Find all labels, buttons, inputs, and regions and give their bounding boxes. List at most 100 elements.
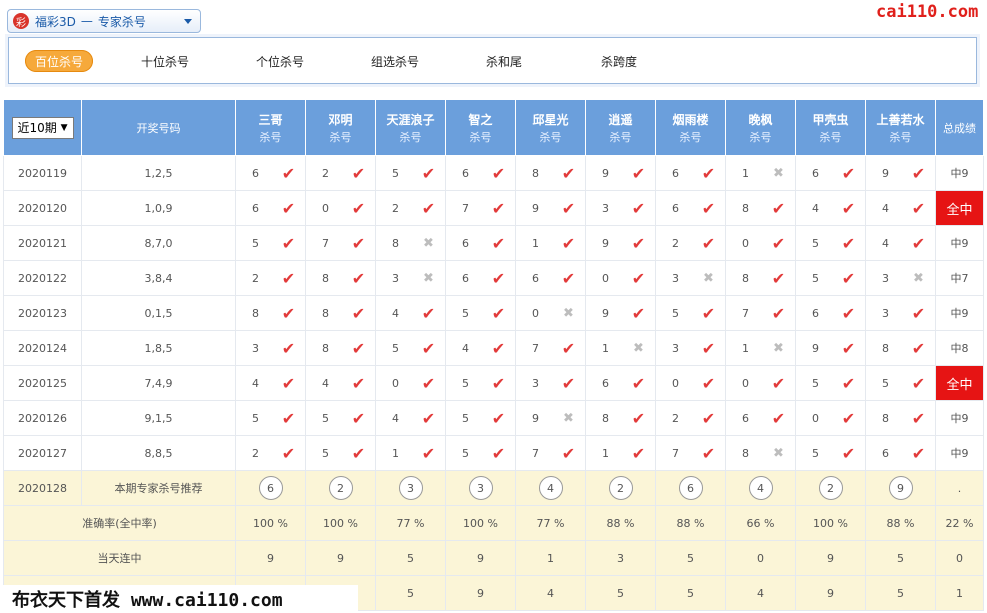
kill-cell: 5 ✔ [375,155,446,191]
period-cell: 2020128 [3,470,82,506]
check-icon: ✔ [281,373,296,393]
kill-cell: 9 ✖ [515,400,586,436]
check-icon: ✔ [841,443,856,463]
summary-value: 4 [725,575,796,611]
recommend-number[interactable]: 3 [398,476,423,500]
cross-icon: ✖ [563,410,574,426]
check-icon: ✔ [351,373,366,393]
expert-header[interactable]: 智之 杀号 [445,99,516,156]
kill-number: 8 [742,271,749,285]
kill-number: 0 [742,236,749,250]
kill-cell: 5 ✔ [795,260,866,296]
recommend-cell: 3 [375,470,446,506]
summary-value: 77 % [515,505,586,541]
check-icon: ✔ [911,163,926,183]
period-cell: 2020126 [3,400,82,436]
table-row: 2020119 1,2,5 6 ✔ 2 ✔ 5 ✔ 6 ✔ 8 ✔ 9 ✔ 6 ✔ 1 ✖ 6 ✔ 9 ✔ 中9 [3,155,984,191]
recommend-number[interactable]: 2 [608,476,633,500]
score-cell: 中9 [935,435,984,471]
kill-number: 3 [252,341,259,355]
kill-cell: 9 ✔ [585,155,656,191]
kill-cell: 7 ✔ [515,435,586,471]
expert-header[interactable]: 逍遥 杀号 [585,99,656,156]
tab-group-kill[interactable]: 组选杀号 [370,50,420,72]
kill-cell: 8 ✔ [725,190,796,226]
period-range-select[interactable]: 近10期 ▼ [11,116,74,139]
kill-cell: 9 ✔ [585,295,656,331]
kill-number: 6 [462,236,469,250]
cross-icon: ✖ [773,165,784,181]
kill-cell: 8 ✔ [865,330,936,366]
recommend-number[interactable]: 4 [748,476,773,500]
recommend-number[interactable]: 9 [888,476,913,500]
kill-cell: 0 ✔ [725,365,796,401]
kill-number: 4 [322,376,329,390]
kill-number: 9 [602,236,609,250]
kill-cell: 5 ✔ [445,400,516,436]
recommend-number[interactable]: 3 [468,476,493,500]
summary-value: 100 % [445,505,516,541]
summary-value: 100 % [305,505,376,541]
kill-cell: 2 ✔ [235,260,306,296]
expert-sub-label: 杀号 [749,130,772,144]
check-icon: ✔ [421,408,436,428]
tab-tens-kill[interactable]: 十位杀号 [140,50,190,72]
kill-number: 6 [812,166,819,180]
expert-header[interactable]: 晚枫 杀号 [725,99,796,156]
lottery-selector[interactable]: 彩 福彩3D — 专家杀号 [7,9,201,33]
table-row: 2020124 1,8,5 3 ✔ 8 ✔ 5 ✔ 4 ✔ 7 ✔ 1 ✖ 3 ✔ 1 ✖ 9 ✔ 8 ✔ 中8 [3,330,984,366]
kill-cell: 4 ✔ [795,190,866,226]
expert-header[interactable]: 邱星光 杀号 [515,99,586,156]
expert-header[interactable]: 上善若水 杀号 [865,99,936,156]
expert-header[interactable]: 三哥 杀号 [235,99,306,156]
tab-sum-tail-kill[interactable]: 杀和尾 [485,50,523,72]
table-row: 2020120 1,0,9 6 ✔ 0 ✔ 2 ✔ 7 ✔ 9 ✔ 3 ✔ 6 ✔ 8 ✔ 4 ✔ 4 ✔ 全中 [3,190,984,226]
expert-sub-label: 杀号 [539,130,562,144]
score-cell: 中7 [935,260,984,296]
kill-cell: 6 ✔ [515,260,586,296]
kill-results-table: 近10期 ▼ 开奖号码 三哥 杀号 邓明 杀号 天涯浪子 杀号 智之 杀号 邱星光 杀号 逍遥 杀号烟… [3,99,984,611]
summary-value: 3 [585,540,656,576]
recommend-number[interactable]: 2 [328,476,353,500]
draw-number-cell: 1,2,5 [81,155,236,191]
expert-name: 逍遥 [608,112,633,127]
expert-header[interactable]: 邓明 杀号 [305,99,376,156]
kill-number: 5 [812,271,819,285]
expert-header[interactable]: 烟雨楼 杀号 [655,99,726,156]
recommend-number[interactable]: 4 [538,476,563,500]
kill-cell: 6 ✔ [865,435,936,471]
check-icon: ✔ [491,233,506,253]
check-icon: ✔ [631,373,646,393]
kill-cell: 0 ✔ [375,365,446,401]
expert-name: 上善若水 [876,112,925,127]
kill-cell: 4 ✔ [865,190,936,226]
check-icon: ✔ [841,233,856,253]
check-icon: ✔ [561,338,576,358]
kill-cell: 6 ✔ [655,190,726,226]
kill-cell: 1 ✖ [585,330,656,366]
kill-number: 9 [602,306,609,320]
kill-number: 3 [882,271,889,285]
period-cell: 2020121 [3,225,82,261]
caret-down-icon: ▼ [60,122,68,133]
summary-value: 9 [795,540,866,576]
kill-cell: 6 ✔ [585,365,656,401]
kill-cell: 7 ✔ [655,435,726,471]
recommend-number[interactable]: 2 [818,476,843,500]
tab-span-kill[interactable]: 杀跨度 [600,50,638,72]
kill-cell: 0 ✔ [795,400,866,436]
tab-units-kill[interactable]: 个位杀号 [255,50,305,72]
expert-name: 甲壳虫 [812,112,849,127]
expert-header[interactable]: 天涯浪子 杀号 [375,99,446,156]
kill-number: 6 [672,166,679,180]
check-icon: ✔ [841,198,856,218]
table-row: 2020127 8,8,5 2 ✔ 5 ✔ 1 ✔ 5 ✔ 7 ✔ 1 ✔ 7 ✔ 8 ✖ 5 ✔ 6 ✔ 中9 [3,435,984,471]
expert-header[interactable]: 甲壳虫 杀号 [795,99,866,156]
recommend-number[interactable]: 6 [678,476,703,500]
tab-hundreds-kill[interactable]: 百位杀号 [25,50,93,72]
recommend-number[interactable]: 6 [258,476,283,500]
kill-cell: 5 ✔ [445,365,516,401]
table-row: 2020123 0,1,5 8 ✔ 8 ✔ 4 ✔ 5 ✔ 0 ✖ 9 ✔ 5 ✔ 7 ✔ 6 ✔ 3 ✔ 中9 [3,295,984,331]
kill-number: 5 [252,411,259,425]
recommend-label: 本期专家杀号推荐 [81,470,236,506]
